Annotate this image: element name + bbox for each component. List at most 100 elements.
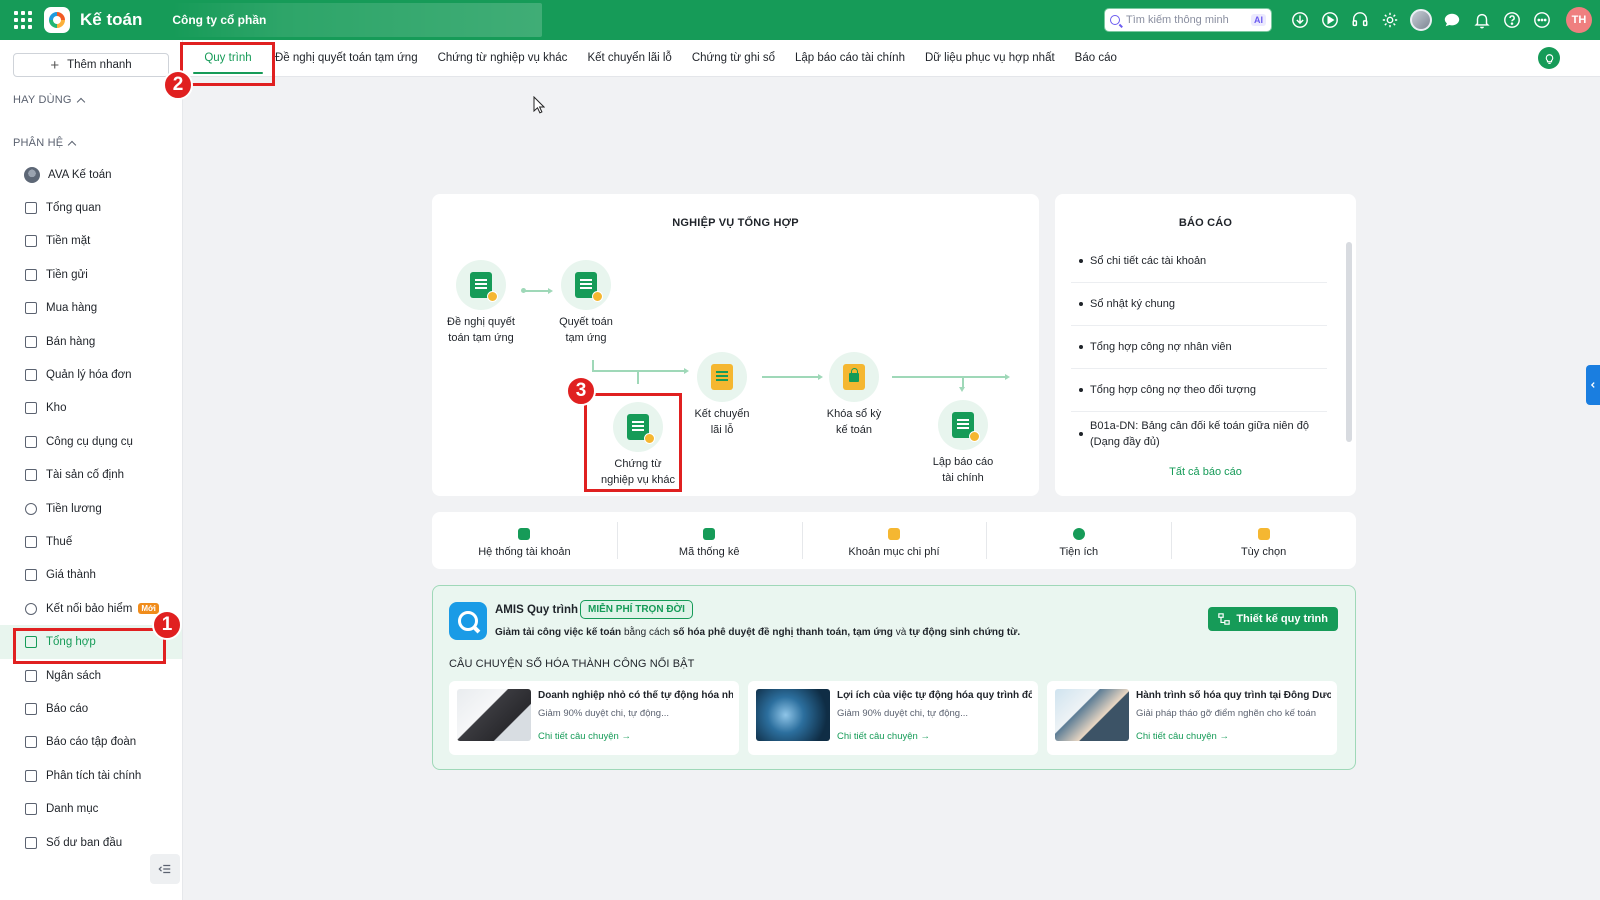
section-recent[interactable]: HAY DÙNG [13,94,85,106]
sidebar-item-label: Phân tích tài chính [46,769,142,782]
user-avatar[interactable]: TH [1566,7,1592,33]
sidebar-item-kho[interactable]: Kho [0,392,182,425]
sidebar-item-tien-luong[interactable]: Tiền lương [0,492,182,525]
chat-icon[interactable] [1442,10,1462,30]
app-grid-icon[interactable] [14,11,32,29]
budget-icon [25,669,37,682]
node-ket-chuyen-lai-lo[interactable]: Kết chuyển lãi lỗ [682,352,762,438]
node-label-line2: toán tạm ứng [448,332,514,344]
tab-quy-trinh[interactable]: Quy trình [183,40,273,77]
sidebar-item-ava-ke-toan[interactable]: AVA Kế toán [0,158,182,191]
sidebar-item-ngan-sach[interactable]: Ngân sách [0,659,182,692]
tab-du-lieu-hop-nhat[interactable]: Dữ liệu phục vụ hợp nhất [915,40,1065,77]
report-item-label: Tổng hợp công nợ theo đối tượng [1090,384,1256,396]
sidebar-item-label: Danh mục [46,803,99,816]
node-chung-tu-nghiep-vu-khac[interactable]: Chứng từ nghiệp vụ khác [586,402,690,488]
mouse-cursor-icon [533,96,545,114]
company-selector[interactable]: Công ty cổ phần [172,3,543,37]
settings-gear-icon[interactable] [1380,10,1400,30]
sidebar-item-label: Tiền gửi [46,268,88,281]
sidebar-item-tien-mat[interactable]: Tiền mặt [0,225,182,258]
tab-ket-chuyen-lai-lo[interactable]: Kết chuyển lãi lỗ [577,40,681,77]
more-options-icon[interactable] [1532,10,1552,30]
story-detail-link[interactable]: Chi tiết câu chuyện → [1136,731,1229,742]
report-item[interactable]: Sổ chi tiết các tài khoản [1071,240,1327,283]
section-modules-label: PHÂN HỆ [13,137,64,149]
design-process-button[interactable]: Thiết kế quy trình [1208,607,1338,631]
report-item[interactable]: Tổng hợp công nợ nhân viên [1071,326,1327,369]
node-de-nghi-quyet-toan[interactable]: Đề nghị quyết toán tạm ứng [436,260,526,346]
node-quyet-toan-tam-ung[interactable]: Quyết toán tạm ứng [546,260,626,346]
arrow-right-icon: → [920,731,930,742]
play-video-icon[interactable] [1320,10,1340,30]
node-label-line2: lãi lỗ [710,424,734,436]
collapse-sidebar-icon[interactable] [150,854,180,884]
story-card[interactable]: Hành trình số hóa quy trình tại Đông Dươ… [1047,681,1337,755]
sidebar-item-tien-gui[interactable]: Tiền gửi [0,258,182,291]
sidebar-item-label: Kho [46,402,67,415]
tool-khoan-muc-chi-phi[interactable]: Khoản mục chi phí [801,512,987,569]
story-subtitle: Giảm 90% duyệt chi, tự động... [538,708,669,719]
all-reports-link[interactable]: Tất cả báo cáo [1055,466,1356,478]
tool-tuy-chon[interactable]: Tùy chọn [1171,512,1356,569]
module-menu: AVA Kế toán Tổng quan Tiền mặt Tiền gửi … [0,158,182,859]
warehouse-icon [25,402,37,415]
lightbulb-tips-icon[interactable] [1538,47,1560,69]
tool-label: Tiện ích [1059,545,1099,558]
section-modules[interactable]: PHÂN HỆ [13,137,77,149]
support-icon[interactable] [1350,10,1370,30]
search-input[interactable] [1126,14,1236,26]
sidebar-item-thue[interactable]: Thuế [0,525,182,558]
transfer-icon [697,352,747,402]
report-item[interactable]: Tổng hợp công nợ theo đối tượng [1071,369,1327,412]
tool-he-thong-tai-khoan[interactable]: Hệ thống tài khoản [432,512,617,569]
story-detail-link[interactable]: Chi tiết câu chuyện → [538,731,631,742]
sidebar-item-tong-quan[interactable]: Tổng quan [0,191,182,224]
sidebar-item-bao-cao[interactable]: Báo cáo [0,692,182,725]
user-avatar-small[interactable] [1410,9,1432,31]
tab-de-nghi-quyet-toan[interactable]: Đề nghị quyết toán tạm ứng [273,40,428,77]
tab-chung-tu-ghi-so[interactable]: Chứng từ ghi sổ [682,40,785,77]
sidebar-item-danh-muc[interactable]: Danh mục [0,792,182,825]
story-detail-link[interactable]: Chi tiết câu chuyện → [837,731,930,742]
sidebar-item-label: Thuế [46,535,73,548]
node-lap-bao-cao-tai-chinh[interactable]: Lập báo cáo tài chính [922,400,1004,486]
story-card[interactable]: Lợi ích của việc tự động hóa quy trình đ… [748,681,1038,755]
ai-badge: AI [1251,14,1266,26]
report-item-label: B01a-DN: Bảng cân đối kế toán giữa niên … [1090,420,1309,448]
tab-chung-tu-nghiep-vu-khac[interactable]: Chứng từ nghiệp vụ khác [428,40,578,77]
sidebar-item-mua-hang[interactable]: Mua hàng [0,292,182,325]
report-item[interactable]: Sổ nhật ký chung [1071,283,1327,326]
help-icon[interactable] [1502,10,1522,30]
node-label-line1: Quyết toán [559,316,613,328]
reports-scrollbar[interactable] [1346,242,1352,442]
sidebar-item-bao-cao-tap-doan[interactable]: Báo cáo tập đoàn [0,726,182,759]
sidebar-item-label: Tài sản cố định [46,469,124,482]
tool-ma-thong-ke[interactable]: Mã thống kê [616,512,802,569]
node-khoa-so-ky-ke-toan[interactable]: Khóa sổ kỳ kế toán [814,352,894,438]
sidebar-item-phan-tich-tai-chinh[interactable]: Phân tích tài chính [0,759,182,792]
sidebar-item-ban-hang[interactable]: Bán hàng [0,325,182,358]
sidebar-item-tai-san-co-dinh[interactable]: Tài sản cố định [0,459,182,492]
download-icon[interactable] [1290,10,1310,30]
right-panel-toggle[interactable] [1586,365,1600,405]
chevron-up-icon [68,140,77,149]
story-card[interactable]: Doanh nghiệp nhỏ có thể tự động hóa nhữ.… [449,681,739,755]
sidebar-item-label: Tổng quan [46,202,101,215]
section-recent-label: HAY DÙNG [13,94,72,106]
tool-tien-ich[interactable]: Tiện ích [986,512,1171,569]
notification-bell-icon[interactable] [1472,10,1492,30]
stories-title: CÂU CHUYỆN SỐ HÓA THÀNH CÔNG NỔI BẬT [449,658,695,670]
sidebar-item-quan-ly-hoa-don[interactable]: Quản lý hóa đơn [0,358,182,391]
story-thumbnail [457,689,531,741]
tab-bao-cao[interactable]: Báo cáo [1065,40,1127,77]
report-item[interactable]: B01a-DN: Bảng cân đối kế toán giữa niên … [1071,412,1327,456]
report-item-label: Tổng hợp công nợ nhân viên [1090,341,1232,353]
tool-label: Khoản mục chi phí [848,545,940,558]
tab-lap-bao-cao-tai-chinh[interactable]: Lập báo cáo tài chính [785,40,915,77]
sidebar-item-gia-thanh[interactable]: Giá thành [0,559,182,592]
smart-search[interactable]: AI [1104,8,1272,32]
sliders-icon [1257,527,1270,540]
sidebar-item-cong-cu-dung-cu[interactable]: Công cụ dụng cụ [0,425,182,458]
quick-add-button[interactable]: + Thêm nhanh [13,53,169,77]
